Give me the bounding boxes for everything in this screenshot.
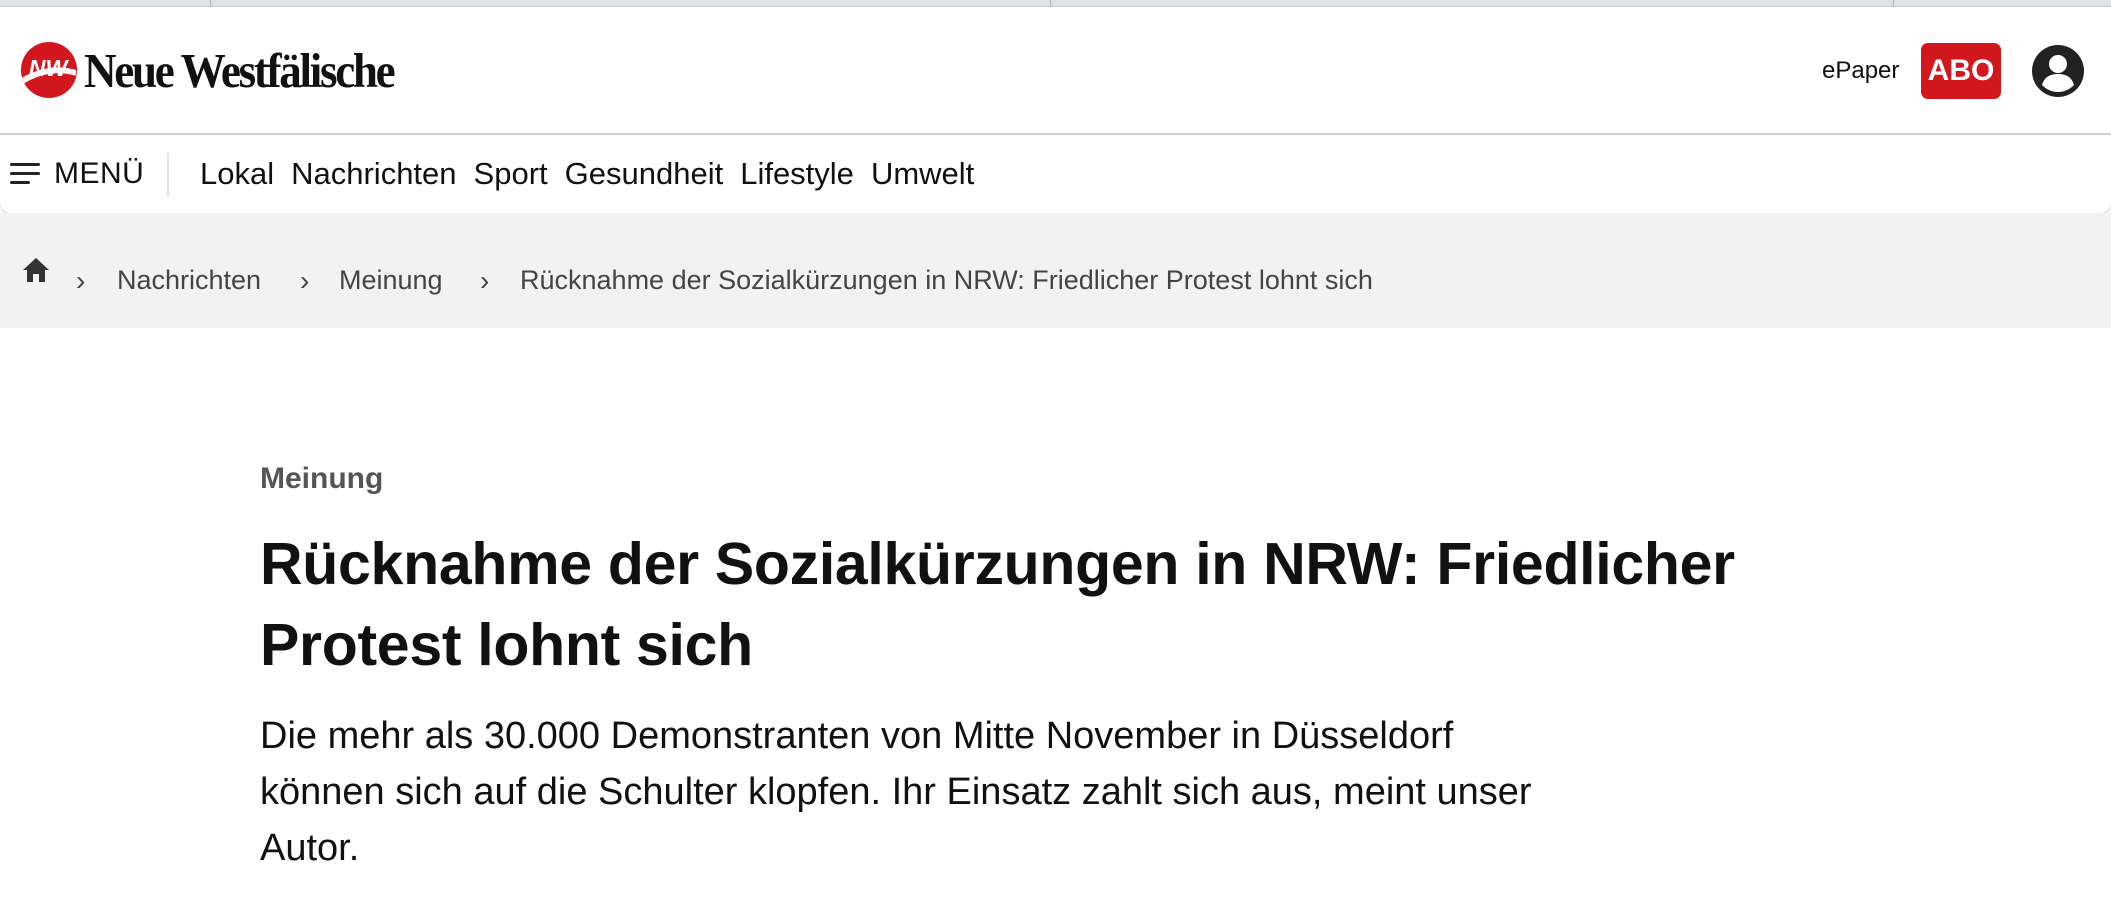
nav-link-gesundheit[interactable]: Gesundheit <box>565 156 724 192</box>
nw-logo-icon: NW <box>20 41 78 99</box>
tab-separator <box>1050 0 1051 6</box>
article: Meinung Rücknahme der Sozialkürzungen in… <box>0 328 2111 915</box>
menu-button[interactable]: MENÜ <box>10 135 144 213</box>
chevron-right-icon: › <box>76 264 86 296</box>
menu-label: MENÜ <box>54 157 145 190</box>
tab-separator <box>1893 0 1894 6</box>
epaper-link[interactable]: ePaper <box>1822 57 1899 85</box>
article-kicker: Meinung <box>260 462 384 495</box>
nav-link-sport[interactable]: Sport <box>474 156 548 192</box>
logo-wordmark: Neue Westfälische <box>84 42 396 98</box>
article-lead: Die mehr als 30.000 Demonstranten von Mi… <box>260 715 1532 869</box>
nav-link-nachrichten[interactable]: Nachrichten <box>291 156 456 192</box>
nav-link-lokal[interactable]: Lokal <box>200 156 274 192</box>
abo-button[interactable]: ABO <box>1921 43 2001 99</box>
nav-link-umwelt[interactable]: Umwelt <box>871 156 974 192</box>
browser-tab-strip <box>0 0 2111 7</box>
nav-divider <box>167 153 169 197</box>
home-icon[interactable] <box>22 257 50 283</box>
breadcrumb-item-nachrichten[interactable]: Nachrichten <box>117 213 261 328</box>
nav-link-lifestyle[interactable]: Lifestyle <box>740 156 854 192</box>
logo-mark-text: NW <box>29 55 70 81</box>
account-icon[interactable] <box>2031 44 2085 98</box>
tab-separator <box>210 0 211 6</box>
breadcrumb: › Nachrichten › Meinung › Rücknahme der … <box>0 213 2111 328</box>
nav-links: Lokal Nachrichten Sport Gesundheit Lifes… <box>200 135 991 213</box>
article-headline: Rücknahme der Sozialkürzungen in NRW: Fr… <box>260 531 1735 678</box>
chevron-right-icon: › <box>300 264 310 296</box>
hamburger-icon <box>10 163 40 185</box>
breadcrumb-item-meinung[interactable]: Meinung <box>339 213 443 328</box>
breadcrumb-item-current: Rücknahme der Sozialkürzungen in NRW: Fr… <box>520 265 1373 295</box>
site-header: NW Neue Westfälische ePaper ABO <box>0 7 2111 135</box>
site-logo[interactable]: NW Neue Westfälische <box>20 41 420 99</box>
main-nav: MENÜ Lokal Nachrichten Sport Gesundheit … <box>0 135 2111 213</box>
chevron-right-icon: › <box>480 264 490 296</box>
